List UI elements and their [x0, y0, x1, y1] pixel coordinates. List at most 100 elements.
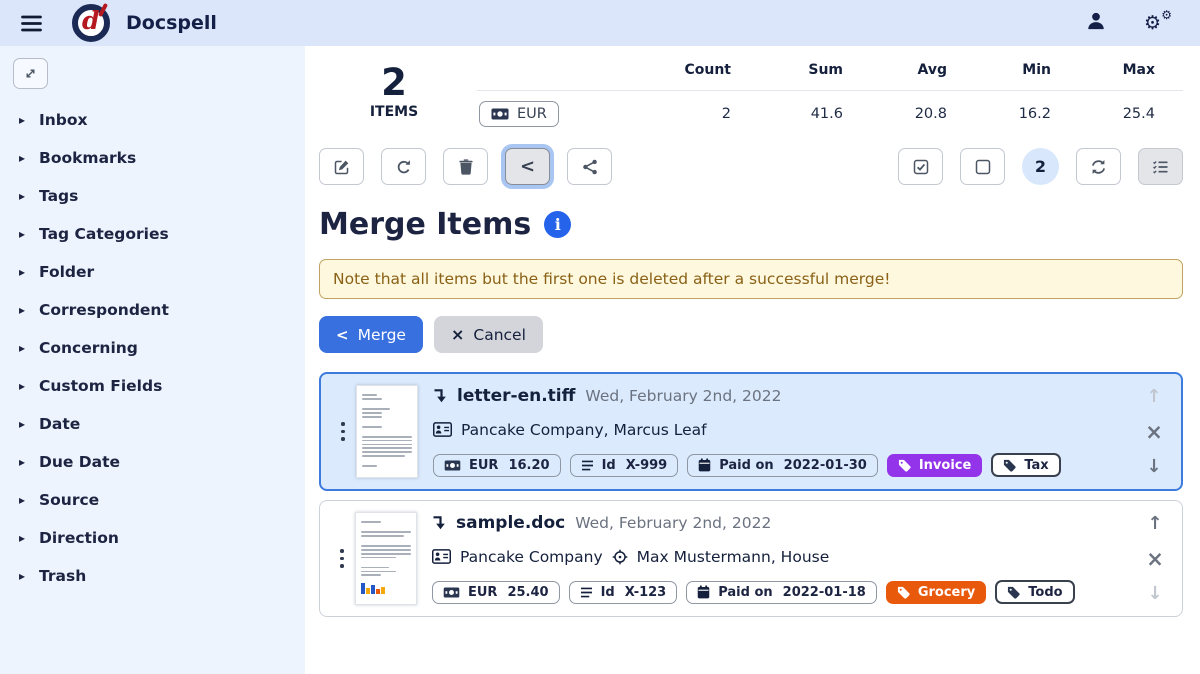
sidebar-item-tags[interactable]: ▸Tags [0, 177, 305, 215]
app-title: Docspell [126, 12, 217, 34]
drag-handle-icon[interactable] [334, 385, 352, 478]
item-filename[interactable]: sample.doc [456, 513, 565, 533]
page-title: Merge Items [319, 207, 531, 242]
merge-icon: < [520, 158, 535, 176]
crosshairs-icon [612, 549, 628, 565]
sidebar-item-source[interactable]: ▸Source [0, 481, 305, 519]
sidebar: ▸Inbox ▸Bookmarks ▸Tags ▸Tag Categories … [0, 46, 305, 674]
item-date: Wed, February 2nd, 2022 [575, 514, 771, 532]
edit-button[interactable] [319, 148, 364, 185]
id-badge: IdX-999 [570, 454, 679, 477]
tag-badge-invoice: Invoice [887, 454, 982, 477]
document-thumbnail [355, 512, 417, 605]
close-icon: × [451, 325, 464, 344]
list-lines-icon [580, 587, 593, 598]
tag-icon [1003, 459, 1016, 472]
main-content: 2 ITEMS Count Sum Avg Min Max [305, 46, 1200, 674]
caret-right-icon: ▸ [19, 151, 39, 165]
id-badge: IdX-123 [569, 581, 678, 604]
sidebar-item-folder[interactable]: ▸Folder [0, 253, 305, 291]
merge-button[interactable]: < Merge [319, 316, 423, 353]
items-count-value: 2 [319, 64, 469, 103]
caret-right-icon: ▸ [19, 417, 39, 431]
address-card-icon [433, 422, 452, 437]
stats-table: Count Sum Avg Min Max EUR [477, 60, 1183, 127]
caret-right-icon: ▸ [19, 189, 39, 203]
sidebar-item-due-date[interactable]: ▸Due Date [0, 443, 305, 481]
stats-panel: 2 ITEMS Count Sum Avg Min Max [319, 60, 1183, 127]
stat-sum: 41.6 [759, 91, 871, 128]
share-nodes-icon [582, 159, 598, 175]
menu-icon[interactable] [18, 10, 44, 36]
deselect-all-button[interactable] [960, 148, 1005, 185]
item-filename[interactable]: letter-en.tiff [457, 386, 575, 406]
share-button[interactable] [567, 148, 612, 185]
column-sum: Sum [759, 60, 871, 91]
select-all-button[interactable] [898, 148, 943, 185]
merge-item-list: letter-en.tiff Wed, February 2nd, 2022 P… [319, 372, 1183, 617]
top-navbar: d Docspell ⚙⚙ [0, 0, 1200, 46]
sidebar-item-tag-categories[interactable]: ▸Tag Categories [0, 215, 305, 253]
selected-count-badge: 2 [1022, 148, 1059, 185]
items-count-label: ITEMS [319, 104, 469, 120]
sidebar-item-correspondent[interactable]: ▸Correspondent [0, 291, 305, 329]
list-item: letter-en.tiff Wed, February 2nd, 2022 P… [319, 372, 1183, 491]
list-view-button[interactable] [1138, 148, 1183, 185]
caret-right-icon: ▸ [19, 379, 39, 393]
stat-avg: 20.8 [871, 91, 975, 128]
sidebar-item-inbox[interactable]: ▸Inbox [0, 101, 305, 139]
sidebar-item-date[interactable]: ▸Date [0, 405, 305, 443]
checkbox-checked-icon [913, 159, 929, 175]
tag-icon [897, 586, 910, 599]
move-down-icon[interactable]: ↓ [1146, 458, 1161, 476]
sidebar-item-direction[interactable]: ▸Direction [0, 519, 305, 557]
list-check-icon [1152, 159, 1169, 175]
remove-item-icon[interactable]: × [1146, 549, 1164, 570]
page-title-row: Merge Items i [319, 207, 1183, 242]
currency-badge: EUR [479, 101, 559, 127]
item-date: Wed, February 2nd, 2022 [585, 387, 781, 405]
list-item: sample.doc Wed, February 2nd, 2022 Panca… [319, 500, 1183, 617]
tag-badge-tax: Tax [991, 453, 1060, 477]
caret-right-icon: ▸ [19, 569, 39, 583]
docspell-logo-icon: d [72, 4, 110, 42]
settings-gears-icon[interactable]: ⚙⚙ [1144, 12, 1170, 34]
cancel-button[interactable]: × Cancel [434, 316, 543, 353]
merge-icon: < [336, 326, 349, 344]
caret-right-icon: ▸ [19, 113, 39, 127]
sidebar-item-bookmarks[interactable]: ▸Bookmarks [0, 139, 305, 177]
sidebar-item-custom-fields[interactable]: ▸Custom Fields [0, 367, 305, 405]
info-icon[interactable]: i [544, 211, 571, 238]
column-avg: Avg [871, 60, 975, 91]
table-row: EUR 2 41.6 20.8 16.2 25.4 [477, 91, 1183, 128]
sidebar-item-concerning[interactable]: ▸Concerning [0, 329, 305, 367]
arrow-turn-down-icon [432, 515, 446, 531]
move-up-icon[interactable]: ↑ [1147, 515, 1162, 533]
invert-selection-button[interactable] [1076, 148, 1121, 185]
trash-icon [459, 159, 473, 175]
money-bill-icon [444, 460, 461, 471]
caret-right-icon: ▸ [19, 265, 39, 279]
move-up-icon: ↑ [1146, 388, 1161, 406]
merge-warning-note: Note that all items but the first one is… [319, 259, 1183, 299]
address-card-icon [432, 549, 451, 564]
sync-icon [1090, 159, 1107, 175]
redo-icon [396, 159, 412, 175]
delete-button[interactable] [443, 148, 488, 185]
drag-handle-icon[interactable] [333, 512, 351, 605]
amount-badge: EUR25.40 [432, 581, 560, 604]
stat-max: 25.4 [1079, 91, 1183, 128]
item-correspondent: Pancake Company [460, 548, 603, 566]
stat-count: 2 [631, 91, 759, 128]
user-icon[interactable] [1086, 11, 1106, 35]
sidebar-expand-button[interactable] [13, 58, 48, 89]
reprocess-button[interactable] [381, 148, 426, 185]
column-count: Count [631, 60, 759, 91]
tag-icon [898, 459, 911, 472]
column-max: Max [1079, 60, 1183, 91]
merge-mode-button[interactable]: < [505, 148, 550, 185]
remove-item-icon[interactable]: × [1145, 422, 1163, 443]
caret-right-icon: ▸ [19, 531, 39, 545]
pen-square-icon [334, 159, 350, 175]
sidebar-item-trash[interactable]: ▸Trash [0, 557, 305, 595]
